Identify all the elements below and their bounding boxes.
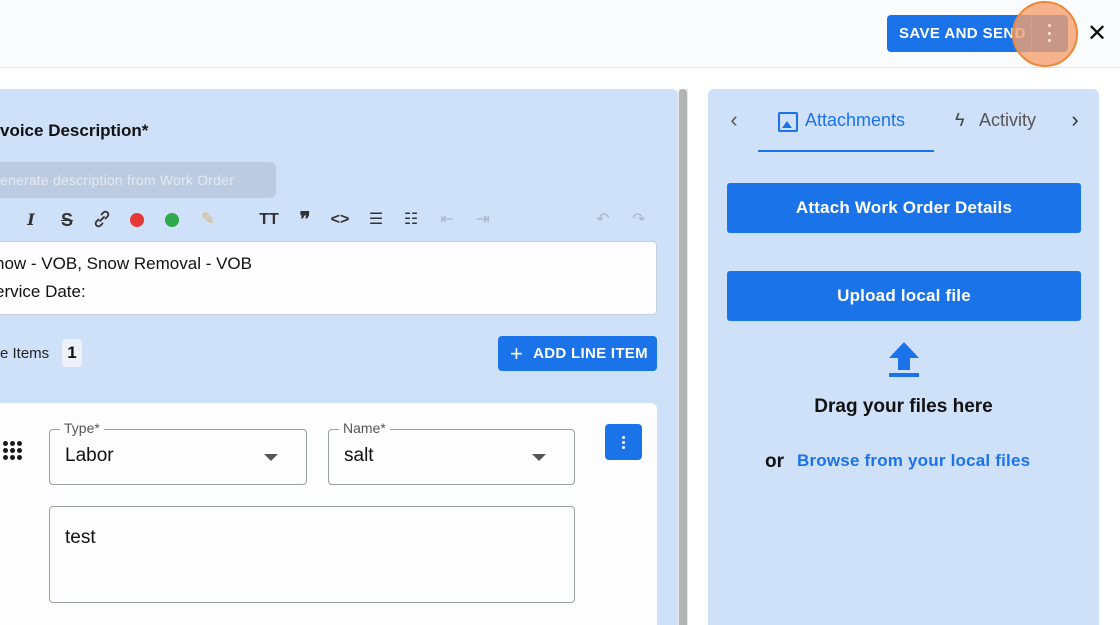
name-select[interactable]: Name* salt <box>328 420 575 485</box>
line-items-count-badge: 1 <box>62 339 82 367</box>
drag-handle-icon[interactable] <box>3 441 25 463</box>
name-value: salt <box>344 445 374 466</box>
bolt-icon: ϟ <box>955 110 965 130</box>
numbered-list-icon[interactable]: ☷ <box>400 209 422 231</box>
attach-work-order-button[interactable]: Attach Work Order Details <box>727 183 1081 233</box>
code-icon[interactable]: <> <box>329 209 351 231</box>
image-icon <box>778 112 798 132</box>
description-editor[interactable]: now - VOB, Snow Removal - VOB ervice Dat… <box>0 241 657 315</box>
upload-icon <box>886 340 922 378</box>
bullet-list-icon[interactable]: ☰ <box>365 209 387 231</box>
line-items-label: e Items <box>0 345 50 362</box>
line-item-menu-button[interactable] <box>605 424 642 460</box>
type-label: Type* <box>60 420 104 436</box>
type-select[interactable]: Type* Labor <box>49 420 307 485</box>
add-line-item-button[interactable]: + ADD LINE ITEM <box>498 336 657 371</box>
scrollbar-thumb[interactable] <box>679 89 687 625</box>
chevron-down-icon[interactable] <box>532 454 546 461</box>
highlight-pencil-icon[interactable]: ✎ <box>197 209 219 231</box>
save-and-send-button[interactable]: SAVE AND SEND <box>887 15 1031 52</box>
tab-attachments-label: Attachments <box>805 110 906 130</box>
green-color-icon[interactable] <box>165 213 179 227</box>
link-icon[interactable] <box>91 209 113 231</box>
browse-local-files-link[interactable]: Browse from your local files <box>797 451 1030 471</box>
scrollbar[interactable] <box>678 89 688 625</box>
tab-activity[interactable]: ϟ Activity <box>955 106 1055 152</box>
tab-activity-label: Activity <box>979 110 1037 130</box>
chevron-down-icon[interactable] <box>264 454 278 461</box>
more-vert-icon[interactable] <box>1043 24 1055 42</box>
undo-icon[interactable]: ↶ <box>592 209 614 231</box>
name-label: Name* <box>339 420 390 436</box>
chevron-right-icon[interactable]: › <box>1066 108 1084 132</box>
close-icon[interactable]: ✕ <box>1085 22 1109 46</box>
plus-icon: + <box>510 340 524 366</box>
text-size-icon[interactable]: TT <box>258 209 280 231</box>
description-line: now - VOB, Snow Removal - VOB <box>0 254 252 273</box>
redo-icon[interactable]: ↷ <box>628 209 650 231</box>
strikethrough-icon[interactable]: S <box>56 209 78 231</box>
indent-icon[interactable]: ⇥ <box>472 209 494 231</box>
tab-attachments[interactable]: Attachments <box>758 106 934 152</box>
drag-files-text: Drag your files here <box>814 396 993 417</box>
notes-value: test <box>65 527 96 548</box>
add-line-item-label: ADD LINE ITEM <box>533 345 648 362</box>
line-item-notes-field[interactable]: test <box>49 506 575 603</box>
chevron-left-icon[interactable]: ‹ <box>725 108 743 132</box>
italic-icon[interactable]: I <box>20 209 42 231</box>
upload-local-file-button[interactable]: Upload local file <box>727 271 1081 321</box>
red-color-icon[interactable] <box>130 213 144 227</box>
type-value: Labor <box>65 445 114 466</box>
description-title: voice Description* <box>0 121 149 140</box>
description-line: ervice Date: <box>0 282 86 301</box>
outdent-icon[interactable]: ⇤ <box>436 209 458 231</box>
quote-icon[interactable]: ❞ <box>294 209 316 231</box>
generate-description-button[interactable]: enerate description from Work Order <box>0 162 276 198</box>
or-text: or <box>765 451 784 472</box>
